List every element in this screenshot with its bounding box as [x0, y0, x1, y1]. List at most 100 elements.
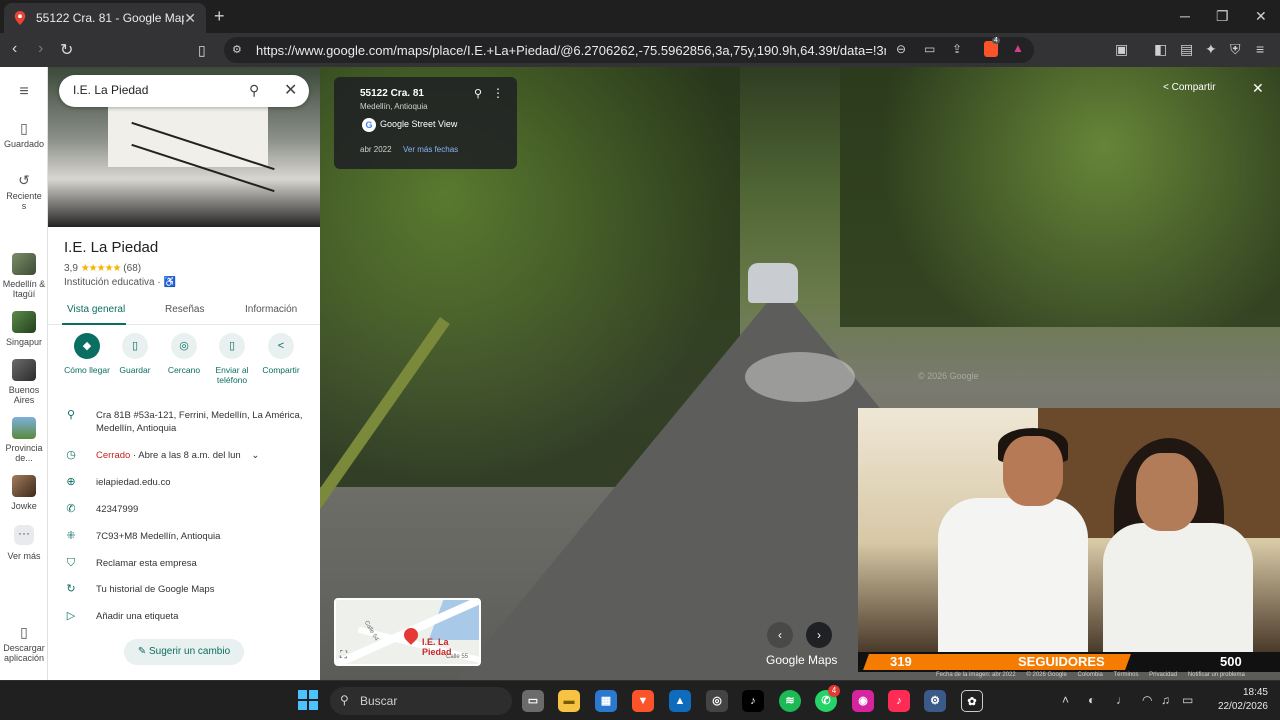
saved-button[interactable]: ▯ Guardado	[0, 120, 48, 149]
search-box[interactable]: ⚲ ✕	[59, 75, 309, 107]
rail-place-2[interactable]: Singapur	[0, 311, 48, 347]
save-button[interactable]: ▯ Guardar	[107, 333, 163, 375]
expand-map-icon[interactable]: ⛶	[340, 650, 352, 662]
rail-place-1[interactable]: Medellín & Itagüí	[0, 253, 48, 299]
legal-item[interactable]: Notificar un problema	[1188, 672, 1245, 678]
follower-banner: 319 SEGUIDORES 500	[858, 652, 1280, 672]
tab-overview[interactable]: Vista general	[67, 304, 125, 315]
rating-value: 3,9	[64, 263, 78, 274]
legal-item[interactable]: Términos	[1113, 672, 1138, 678]
cast-icon[interactable]: ▭	[924, 42, 935, 56]
zoom-icon[interactable]: ⊖	[896, 42, 906, 56]
sidebar-icon[interactable]: ◧	[1154, 41, 1167, 58]
back-icon[interactable]: ‹	[12, 40, 17, 58]
window-close-icon[interactable]: ✕	[1255, 8, 1267, 25]
menu-button[interactable]: ≡	[0, 84, 48, 103]
url-field[interactable]: ⚙ https://www.google.com/maps/place/I.E.…	[224, 37, 1034, 63]
settings-gear-icon[interactable]: ⚙	[924, 690, 946, 712]
location-pin-icon[interactable]: ⚲	[474, 87, 482, 100]
tiktok-icon[interactable]: ♪	[742, 690, 764, 712]
recent-button[interactable]: ↺ Recientes	[0, 173, 48, 211]
location-title: 55122 Cra. 81	[360, 88, 424, 99]
microsoft-store-icon[interactable]: ▦	[595, 690, 617, 712]
bookmark-icon: ▯	[20, 120, 28, 136]
battery-icon[interactable]: ▭	[1182, 693, 1193, 707]
chrome-icon[interactable]: ◎	[706, 690, 728, 712]
app-tray-icon[interactable]: ◐	[1088, 693, 1095, 707]
volume-icon[interactable]: ♫	[1161, 693, 1170, 707]
leo-ai-icon[interactable]: ✦	[1205, 41, 1217, 58]
start-windows-icon[interactable]	[298, 690, 318, 710]
share-icon: <	[268, 333, 294, 359]
active-tab-indicator	[62, 323, 126, 325]
share-page-icon[interactable]: ⇪	[952, 42, 962, 56]
search-icon[interactable]: ⚲	[249, 82, 259, 99]
chatgpt-icon[interactable]: ✿	[961, 690, 983, 712]
bookmark-icon[interactable]: ▯	[198, 42, 206, 59]
mini-map[interactable]: Calle 54 Calle 55 I.E. La Piedad ⛶	[334, 598, 481, 666]
rail-place-5[interactable]: Jowke	[0, 475, 48, 511]
chevron-left-icon: ‹	[778, 628, 782, 642]
browser-tab[interactable]: 55122 Cra. 81 - Google Maps ✕	[4, 3, 206, 33]
new-tab-icon[interactable]: +	[214, 6, 225, 27]
label-tag-icon: ▷	[66, 610, 76, 622]
forward-icon[interactable]: ›	[38, 40, 43, 58]
spotify-icon[interactable]: ≋	[779, 690, 801, 712]
system-clock[interactable]: 18:45 22/02/2026	[1212, 686, 1268, 714]
legal-item: © 2026 Google	[1026, 672, 1067, 678]
search-input[interactable]	[73, 83, 243, 97]
legal-item[interactable]: Colombia	[1078, 672, 1103, 678]
photos-icon[interactable]: ▲	[669, 690, 691, 712]
legal-item[interactable]: Privacidad	[1149, 672, 1177, 678]
site-settings-icon[interactable]: ⚙	[232, 43, 242, 56]
rail-place-3[interactable]: Buenos Aires	[0, 359, 48, 405]
tab-reviews[interactable]: Reseñas	[165, 304, 204, 315]
brave-rewards-icon[interactable]: ▲	[1012, 41, 1024, 55]
download-app-button[interactable]: ▯ Descargar aplicación	[0, 625, 48, 663]
verified-shield-icon: ⛉	[66, 557, 76, 569]
file-explorer-icon[interactable]: ▬	[558, 690, 580, 712]
minimize-icon[interactable]: ─	[1180, 8, 1190, 24]
chevron-down-icon[interactable]: ⌄	[251, 450, 259, 461]
close-tab-icon[interactable]: ✕	[184, 10, 196, 27]
more-button[interactable]: ··· Ver más	[0, 525, 48, 561]
microphone-icon[interactable]: ♩	[1116, 693, 1128, 707]
reader-icon[interactable]: ▣	[1115, 41, 1128, 58]
url-text[interactable]: https://www.google.com/maps/place/I.E.+L…	[256, 43, 886, 58]
nearby-icon: ◎	[171, 333, 197, 359]
tab-info[interactable]: Información	[245, 304, 297, 315]
rail-place-label: Provincia de...	[5, 443, 43, 463]
tiktok-live-icon[interactable]: ♪	[888, 690, 910, 712]
menu-icon[interactable]: ≡	[1256, 41, 1264, 57]
clear-search-icon[interactable]: ✕	[284, 80, 297, 100]
next-image-button[interactable]: ›	[806, 622, 832, 648]
rail-place-4[interactable]: Provincia de...	[0, 417, 48, 463]
chevron-up-icon[interactable]: ˄	[1062, 693, 1069, 707]
person-left-head	[1003, 436, 1063, 506]
share-icon: <	[1163, 82, 1172, 93]
send-to-phone-button[interactable]: ▯ Enviar al teléfono	[204, 333, 260, 385]
taskbar-search[interactable]: ⚲ Buscar	[330, 687, 512, 715]
reload-icon[interactable]: ↻	[60, 40, 73, 60]
share-button[interactable]: < Compartir	[253, 333, 309, 375]
task-view-icon[interactable]: ▭	[522, 690, 544, 712]
previous-image-button[interactable]: ‹	[767, 622, 793, 648]
wheelchair-icon: ♿	[163, 277, 176, 288]
more-options-icon[interactable]: ⋮	[492, 86, 504, 100]
street-nav-arrow[interactable]	[745, 352, 855, 402]
more-label: Ver más	[7, 551, 41, 561]
vpn-icon[interactable]: ⛨	[1230, 41, 1241, 58]
share-street-view-button[interactable]: < Compartir	[1163, 82, 1216, 93]
wifi-icon[interactable]: ◠	[1142, 693, 1152, 707]
address-toolbar: ‹ › ↻ ▯ ⚙ https://www.google.com/maps/pl…	[0, 33, 1280, 67]
rating-row[interactable]: 3,9 ★★★★★ (68)	[64, 263, 141, 274]
suggest-edit-button[interactable]: ✎ Sugerir un cambio	[124, 639, 244, 665]
more-dates-link[interactable]: Ver más fechas	[403, 145, 458, 154]
wallet-icon[interactable]: ▤	[1180, 41, 1193, 58]
website-text: ielapiedad.edu.co	[96, 477, 171, 488]
instagram-icon[interactable]: ◉	[852, 690, 874, 712]
brave-browser-icon[interactable]: ▼	[632, 690, 654, 712]
close-street-view-icon[interactable]: ✕	[1252, 80, 1264, 97]
maximize-icon[interactable]: ❐	[1216, 8, 1229, 25]
review-count: (68)	[123, 263, 142, 274]
